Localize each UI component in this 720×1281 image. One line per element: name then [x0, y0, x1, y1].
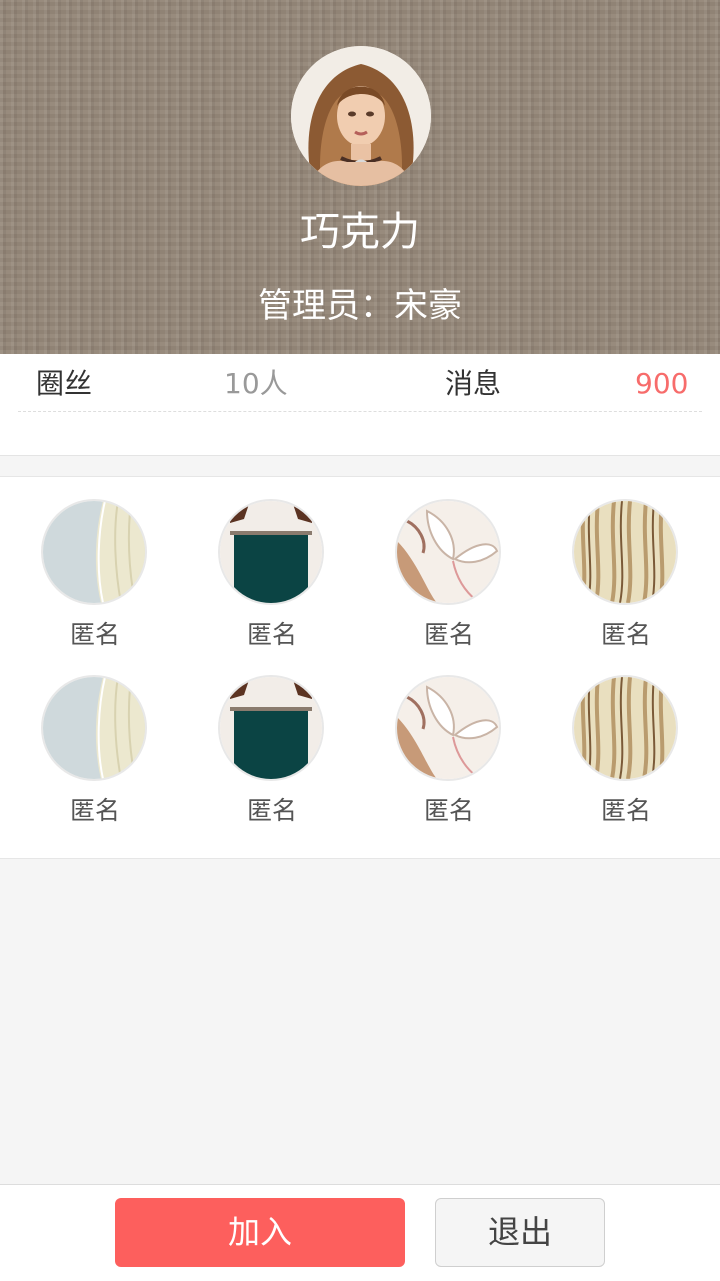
- member-name: 匿名: [69, 796, 120, 825]
- member-item[interactable]: 匿名: [25, 477, 165, 649]
- group-avatar[interactable]: [291, 46, 431, 186]
- member-avatar: [220, 501, 322, 603]
- member-name: 匿名: [423, 620, 474, 649]
- group-admin: 管理员：宋豪: [258, 286, 462, 326]
- member-name: 匿名: [423, 796, 474, 825]
- action-bar: 加入 退出: [0, 1184, 720, 1281]
- member-avatar: [574, 501, 676, 603]
- member-avatar: [397, 677, 499, 779]
- member-grid: 匿名 匿名 匿名 匿名 匿名 匿名 匿名 匿名: [0, 476, 720, 859]
- group-name: 巧克力: [300, 209, 420, 255]
- member-item[interactable]: 匿名: [379, 653, 519, 825]
- member-item[interactable]: 匿名: [379, 477, 519, 649]
- member-avatar: [43, 677, 145, 779]
- messages-count[interactable]: 900: [635, 364, 688, 404]
- member-item[interactable]: 匿名: [556, 653, 696, 825]
- portrait-image: [291, 46, 431, 186]
- stats-divider: [18, 411, 702, 412]
- member-name: 匿名: [246, 796, 297, 825]
- member-avatar: [220, 677, 322, 779]
- members-label: 圈丝: [36, 367, 93, 400]
- member-name: 匿名: [246, 620, 297, 649]
- members-count[interactable]: 10人: [224, 364, 288, 404]
- member-avatar: [43, 501, 145, 603]
- member-name: 匿名: [69, 620, 120, 649]
- member-item[interactable]: 匿名: [556, 477, 696, 649]
- member-avatar: [574, 677, 676, 779]
- exit-button[interactable]: 退出: [435, 1198, 605, 1267]
- member-item[interactable]: 匿名: [202, 653, 342, 825]
- join-button[interactable]: 加入: [115, 1198, 405, 1267]
- member-avatar: [397, 501, 499, 603]
- member-item[interactable]: 匿名: [25, 653, 165, 825]
- member-name: 匿名: [600, 620, 651, 649]
- group-stats: 圈丝 10人 消息 900: [0, 354, 720, 456]
- messages-label: 消息: [445, 367, 502, 400]
- group-header: 巧克力 管理员：宋豪: [0, 0, 720, 354]
- member-item[interactable]: 匿名: [202, 477, 342, 649]
- member-name: 匿名: [600, 796, 651, 825]
